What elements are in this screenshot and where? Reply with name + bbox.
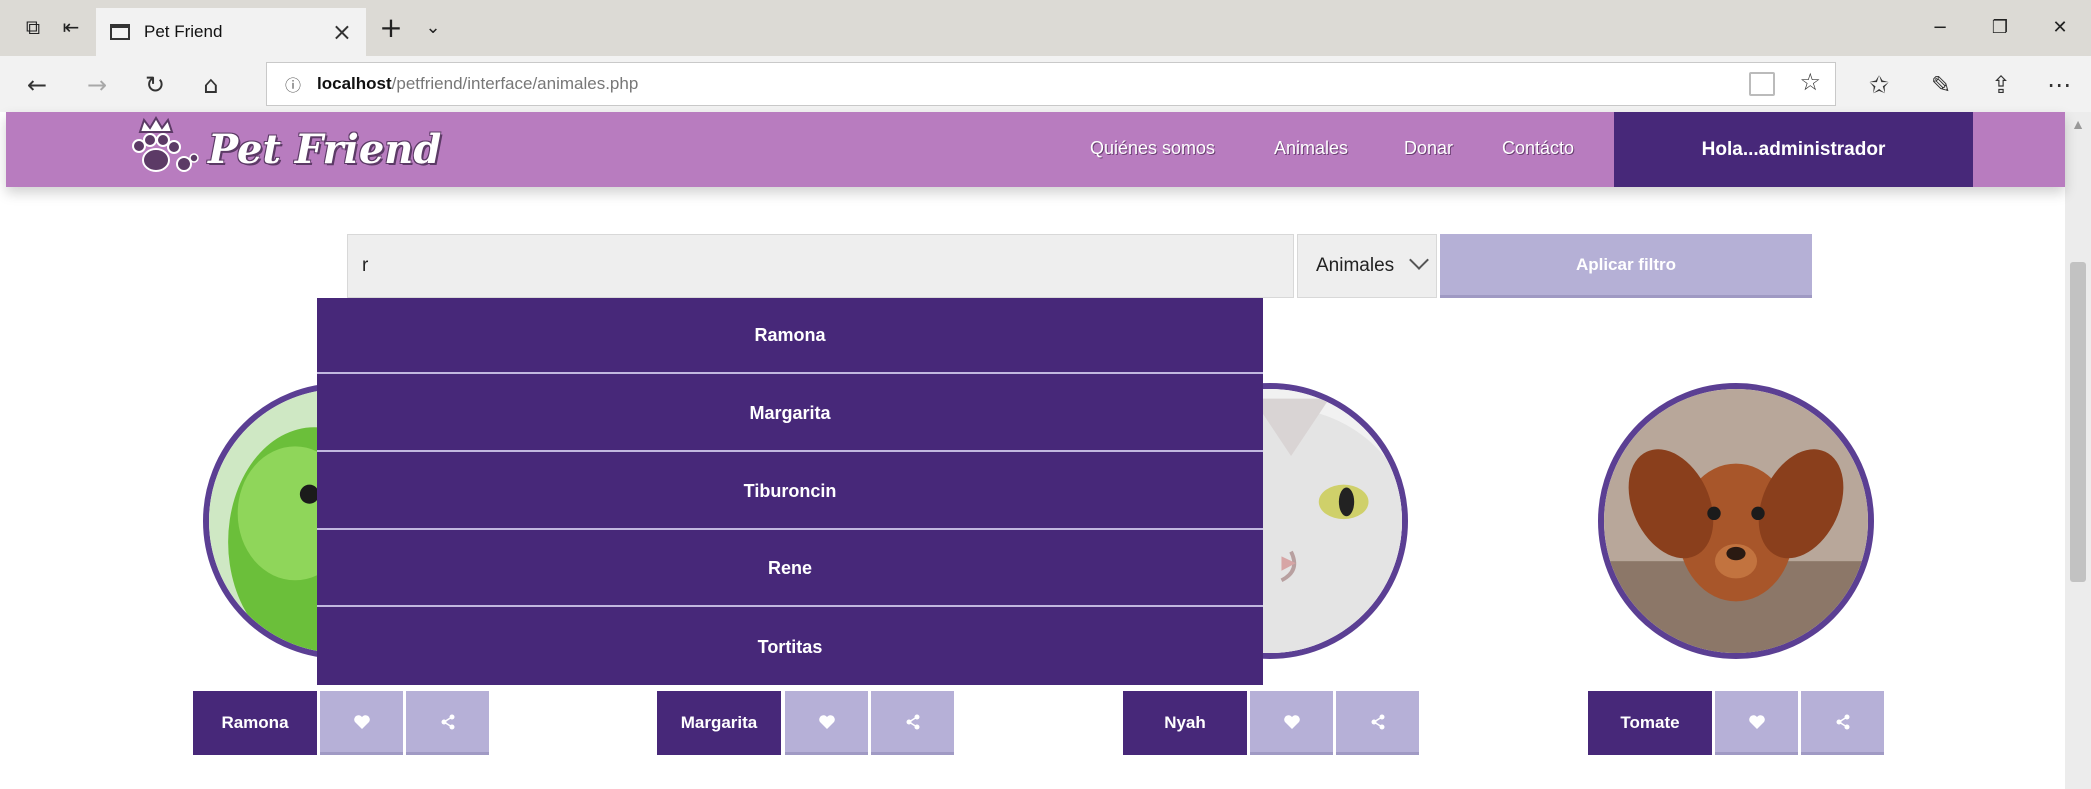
share-page-icon[interactable]: ⇪ [1984,68,2018,102]
share-button[interactable] [406,691,489,755]
share-button[interactable] [871,691,954,755]
like-button[interactable] [320,691,403,755]
pen-icon[interactable]: ✎ [1924,68,1958,102]
set-aside-tabs-icon[interactable]: ⇤ [58,14,84,40]
animal-photo-tomate[interactable] [1598,383,1874,659]
address-bar[interactable]: ⓘ localhost /petfriend/interface/animale… [266,62,1836,106]
suggestion-item[interactable]: Tortitas [317,609,1263,685]
suggestion-item[interactable]: Ramona [317,298,1263,374]
page-icon [110,24,130,40]
close-tab-icon[interactable]: × [332,18,352,46]
site-info-icon[interactable]: ⓘ [285,72,301,96]
heart-icon [1748,714,1765,729]
heart-icon [1283,714,1300,729]
nav-contacto[interactable]: Contácto [1502,138,1574,159]
reading-view-icon[interactable] [1749,72,1775,96]
paw-crown-logo-icon [132,116,199,172]
search-suggestions: Ramona Margarita Tiburoncin Rene Tortita… [317,298,1263,685]
nav-animales[interactable]: Animales [1274,138,1348,159]
share-icon [1836,714,1849,729]
search-input[interactable] [347,234,1294,298]
like-button[interactable] [1250,691,1333,755]
share-button[interactable] [1336,691,1419,755]
home-icon[interactable]: ⌂ [194,68,228,102]
new-tab-icon[interactable]: + [378,11,404,44]
site-logo[interactable]: Pet Friend [122,116,441,182]
refresh-icon[interactable]: ↻ [138,68,172,102]
category-select-value: Animales [1316,255,1395,276]
more-menu-icon[interactable]: ⋯ [2042,68,2076,102]
back-icon[interactable]: ← [20,68,54,102]
share-icon [441,714,454,729]
user-menu[interactable]: Hola...administrador [1614,112,1973,187]
like-button[interactable] [785,691,868,755]
animal-name-button[interactable]: Nyah [1123,691,1247,755]
like-button[interactable] [1715,691,1798,755]
nav-quienes-somos[interactable]: Quiénes somos [1090,138,1215,159]
animal-name-button[interactable]: Tomate [1588,691,1712,755]
suggestion-item[interactable]: Margarita [317,376,1263,452]
suggestion-item[interactable]: Tiburoncin [317,454,1263,530]
suggestion-item[interactable]: Rene [317,531,1263,607]
close-window-icon[interactable]: ✕ [2040,12,2080,42]
minimize-icon[interactable]: − [1920,12,1960,42]
url-host: localhost [317,74,392,93]
nav-donar[interactable]: Donar [1404,138,1453,159]
restore-icon[interactable]: ❐ [1980,12,2020,42]
favorites-list-icon[interactable]: ✩ [1862,68,1896,102]
heart-icon [818,714,835,729]
heart-icon [353,714,370,729]
logo-text: Pet Friend [208,125,442,173]
url-path: /petfriend/interface/animales.php [391,74,639,93]
browser-nav-bar: ← → ↻ ⌂ ⓘ localhost /petfriend/interface… [0,56,2091,112]
tab-actions-icon[interactable]: ⧉ [20,14,46,40]
share-icon [906,714,919,729]
animal-name-button[interactable]: Ramona [193,691,317,755]
favorite-star-icon[interactable]: ☆ [1799,68,1821,96]
share-icon [1371,714,1384,729]
apply-filter-button[interactable]: Aplicar filtro [1440,234,1812,298]
scroll-up-icon[interactable]: ▲ [2065,112,2091,136]
browser-tab[interactable]: Pet Friend × [96,8,366,56]
puppy-photo [1604,389,1868,653]
page-scrollbar[interactable]: ▲ [2065,112,2091,789]
scroll-thumb[interactable] [2070,262,2086,582]
share-button[interactable] [1801,691,1884,755]
chevron-down-icon [1409,250,1429,270]
browser-tab-bar: ⧉ ⇤ Pet Friend × + ⌄ − ❐ ✕ [0,0,2091,56]
forward-icon[interactable]: → [80,68,114,102]
animal-name-button[interactable]: Margarita [657,691,781,755]
category-select[interactable]: Animales [1297,234,1437,298]
site-header: Pet Friend Quiénes somos Animales Donar … [6,112,2065,187]
tab-title: Pet Friend [144,22,223,41]
tab-list-chevron-icon[interactable]: ⌄ [420,14,446,40]
